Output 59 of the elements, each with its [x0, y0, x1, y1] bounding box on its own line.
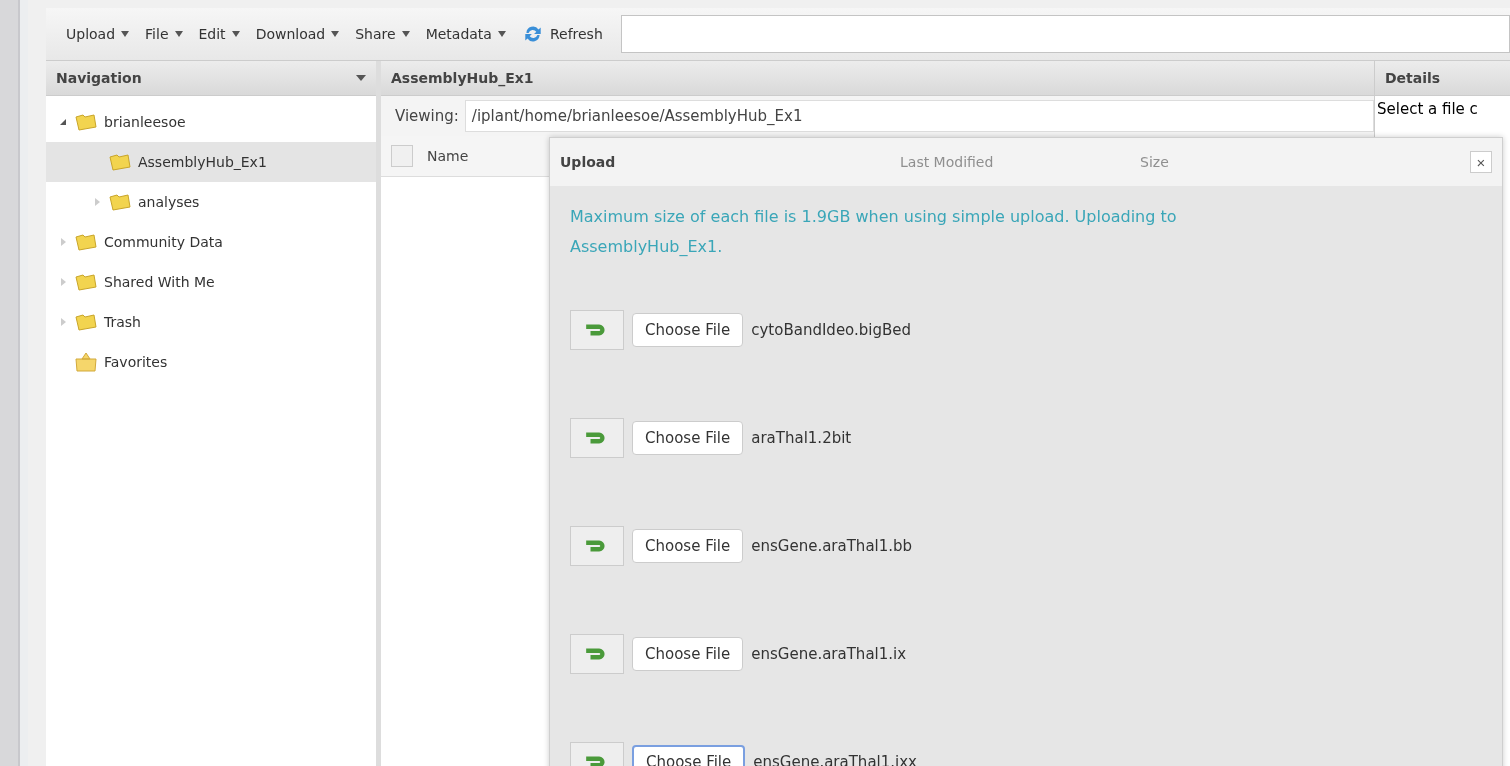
tree-item[interactable]: Community Data — [46, 222, 376, 262]
path-field[interactable]: /iplant/home/brianleesoe/AssemblyHub_Ex1 — [464, 100, 1374, 132]
panel-title: Navigation — [56, 70, 142, 86]
expand-triangle-icon[interactable] — [58, 317, 68, 327]
column-header: Last Modified — [900, 154, 994, 170]
collapse-triangle-icon[interactable] — [58, 117, 68, 127]
tree-item[interactable]: Trash — [46, 302, 376, 342]
tree-item[interactable]: Favorites — [46, 342, 376, 382]
folder-icon — [74, 312, 98, 332]
upload-button[interactable] — [570, 310, 624, 350]
dialog-title: Upload — [560, 154, 616, 170]
tree-item[interactable]: analyses — [46, 182, 376, 222]
file-name: araThal1.2bit — [751, 429, 852, 447]
caret-icon — [497, 31, 506, 37]
upload-button[interactable] — [570, 634, 624, 674]
choose-file-button[interactable]: Choose File — [632, 529, 744, 563]
close-button[interactable]: × — [1470, 151, 1492, 173]
caret-icon — [231, 31, 240, 37]
caret-icon — [121, 31, 130, 37]
choose-file-button[interactable]: Choose File — [632, 421, 744, 455]
toolbar-menu[interactable]: Upload — [60, 22, 136, 46]
tree-item[interactable]: Shared With Me — [46, 262, 376, 302]
refresh-button[interactable]: Refresh — [515, 19, 609, 49]
caret-icon — [174, 31, 183, 37]
upload-button[interactable] — [570, 418, 624, 458]
tree-item[interactable]: brianleesoe — [46, 102, 376, 142]
choose-file-button[interactable]: Choose File — [632, 313, 744, 347]
tree-item[interactable]: AssemblyHub_Ex1 — [46, 142, 376, 182]
select-all-checkbox[interactable] — [391, 145, 413, 167]
collapse-caret-icon[interactable] — [356, 74, 366, 82]
folder-icon — [108, 152, 132, 172]
folder-icon — [74, 232, 98, 252]
toolbar-menu[interactable]: Edit — [192, 22, 246, 46]
expand-triangle-icon[interactable] — [58, 237, 68, 247]
viewing-label: Viewing: — [395, 107, 459, 125]
details-text: Select a file c — [1376, 99, 1479, 120]
file-name: ensGene.araThal1.bb — [751, 537, 913, 555]
search-field[interactable] — [620, 15, 1510, 53]
upload-message: Maximum size of each file is 1.9GB when using simple upload. Uploading to AssemblyHub_Ex1. — [570, 206, 1178, 258]
caret-icon — [331, 31, 340, 37]
expand-triangle-icon[interactable] — [58, 277, 68, 287]
folder-icon — [108, 192, 132, 212]
toolbar-menu[interactable]: Metadata — [419, 22, 512, 46]
column-header: Size — [1140, 154, 1169, 170]
panel-title: Details — [1385, 70, 1441, 86]
upload-button[interactable] — [570, 526, 624, 566]
file-name: cytoBandIdeo.bigBed — [751, 321, 912, 339]
folder-icon — [74, 272, 98, 292]
file-name: ensGene.araThal1.ix — [751, 645, 907, 663]
toolbar-menu[interactable]: File — [139, 22, 189, 46]
caret-icon — [401, 31, 410, 37]
panel-title: AssemblyHub_Ex1 — [391, 70, 534, 86]
toolbar-menu[interactable]: Download — [249, 22, 346, 46]
column-header[interactable]: Name — [427, 148, 469, 164]
expand-triangle-icon[interactable] — [92, 197, 102, 207]
star-folder-icon — [74, 352, 98, 372]
folder-icon — [74, 112, 98, 132]
toolbar-menu[interactable]: Share — [349, 22, 416, 46]
choose-file-button[interactable]: Choose File — [632, 637, 744, 671]
